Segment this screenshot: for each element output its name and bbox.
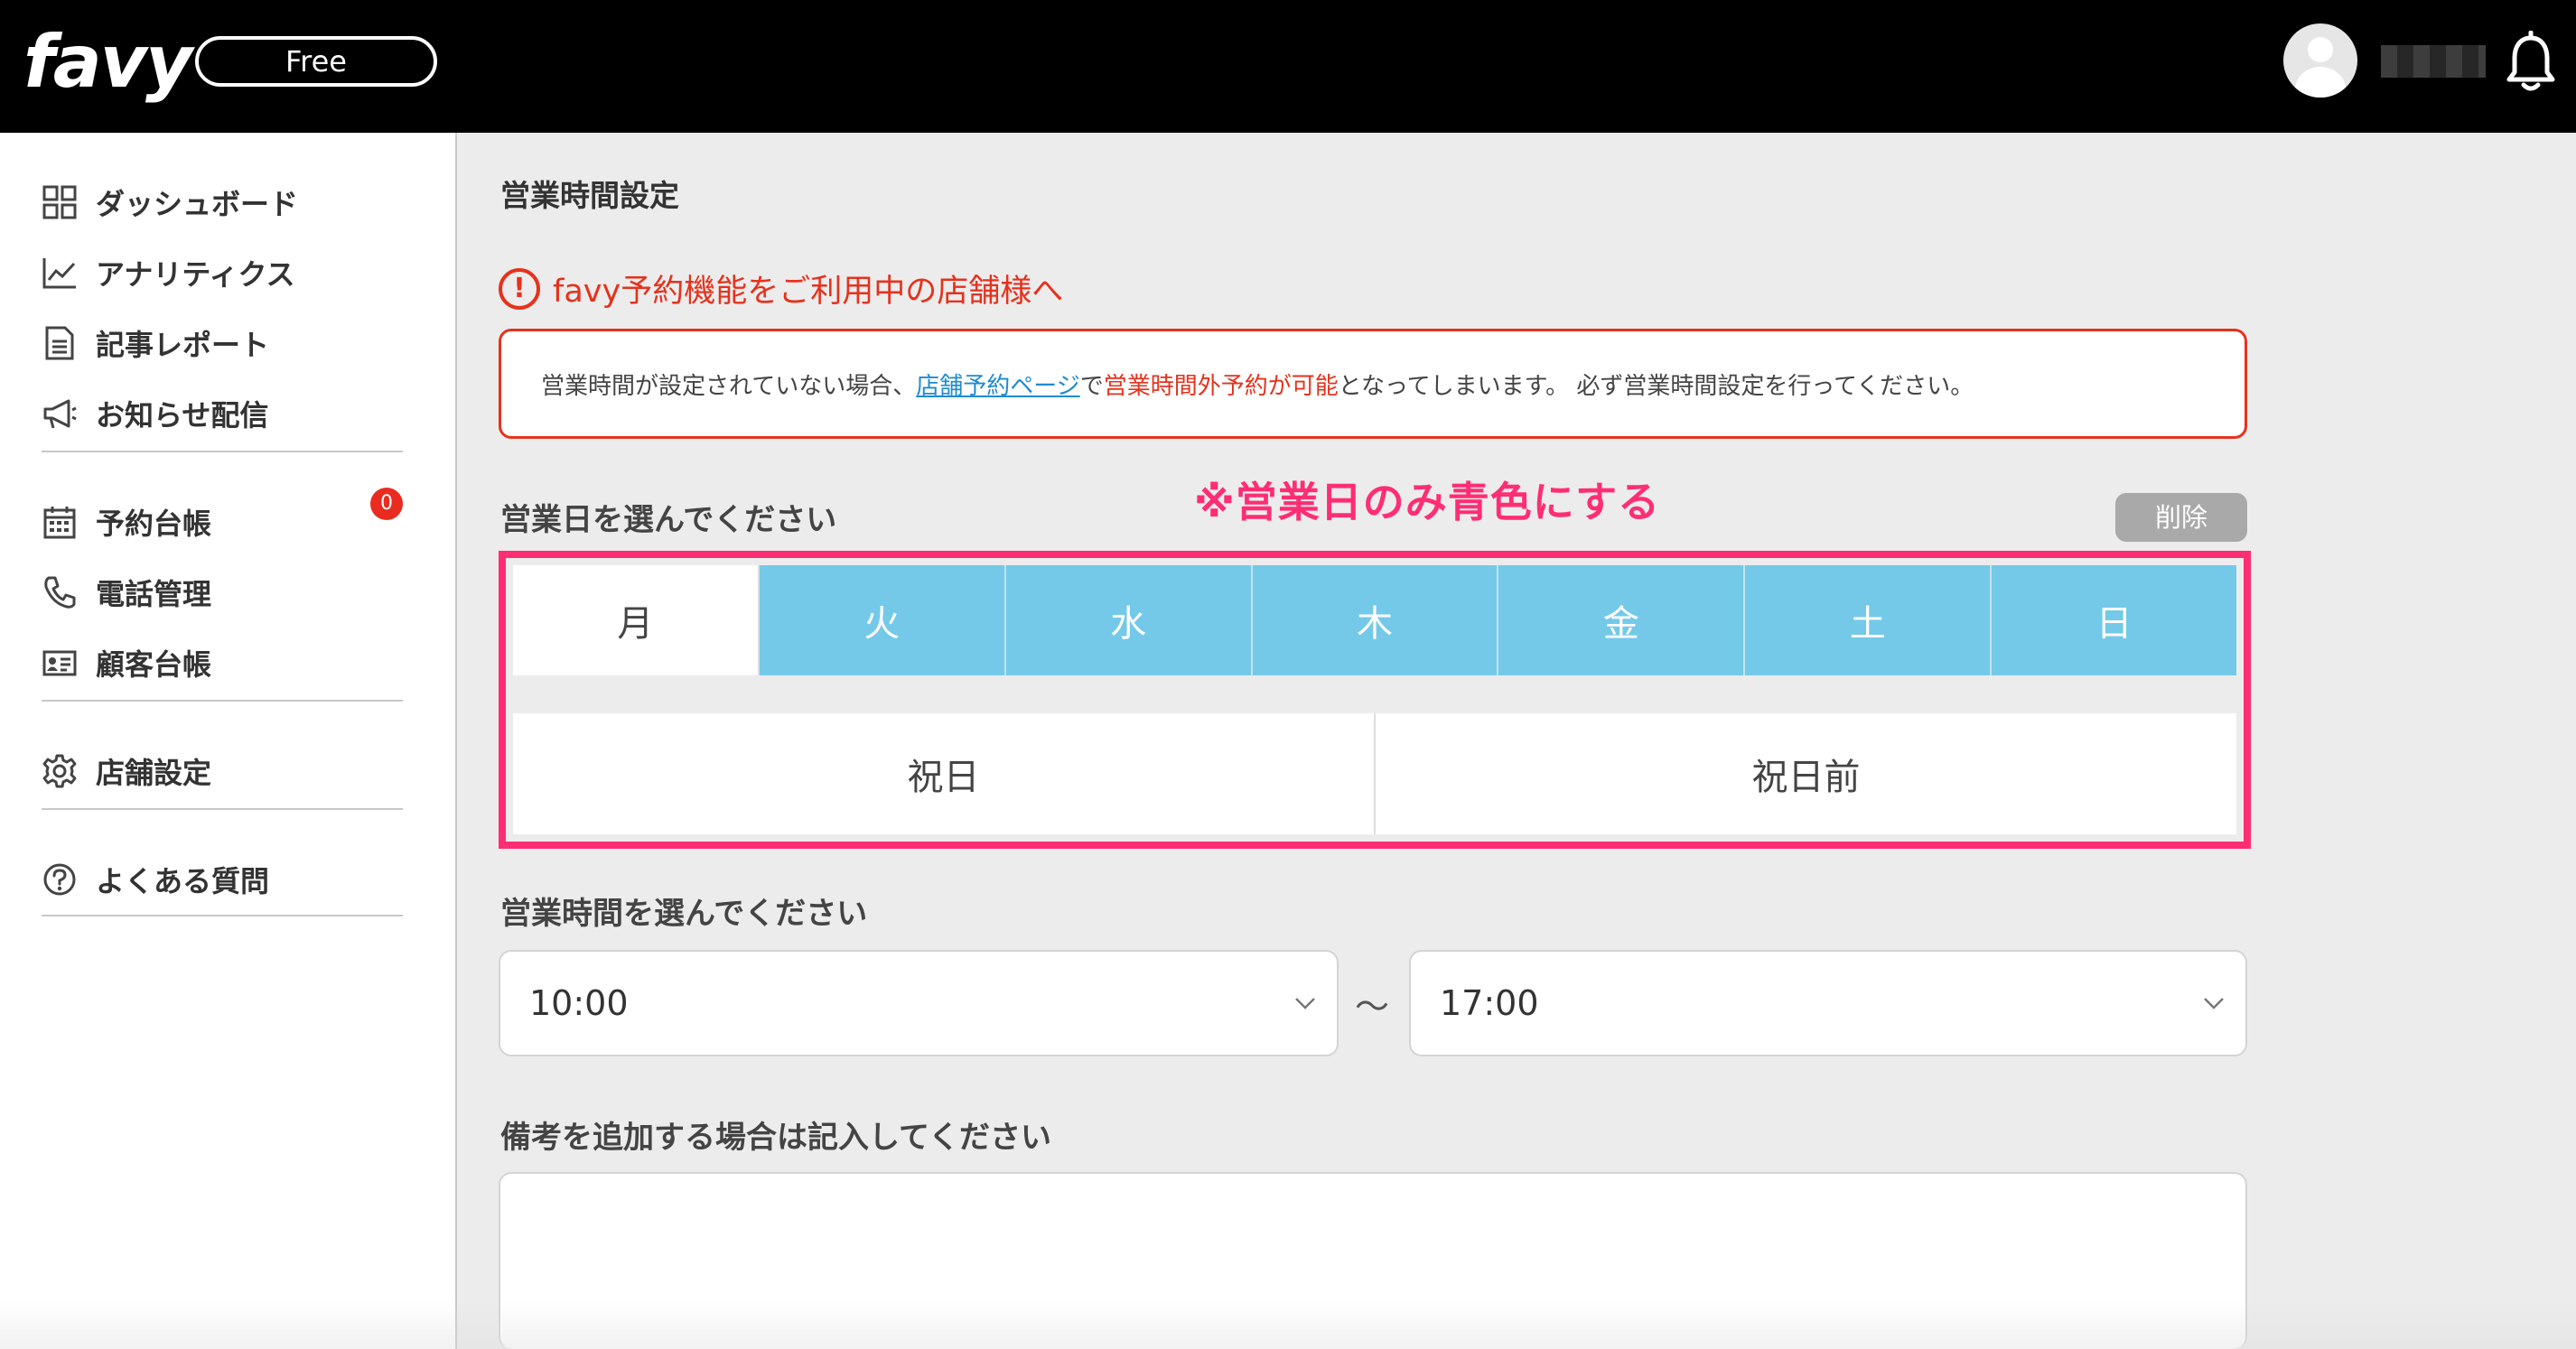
chevron-down-icon [1295,998,1315,1009]
day-monday[interactable]: 月 [513,565,760,675]
top-bar: favy Free [0,0,2576,133]
sidebar-item-label: お知らせ配信 [96,398,269,433]
sidebar-item-announcements[interactable]: お知らせ配信 [40,391,268,436]
sidebar-item-store-settings[interactable]: 店舗設定 [40,749,211,794]
plan-badge[interactable]: Free [195,36,437,87]
sidebar-item-label: よくある質問 [96,864,270,898]
sidebar-divider [42,451,403,452]
sidebar-item-label: 電話管理 [96,577,212,611]
day-sunday[interactable]: 日 [1992,565,2237,675]
notice-heading: ! favy予約機能をご利用中の店舗様へ [499,265,1063,312]
sidebar-item-label: 予約台帳 [96,507,212,541]
sidebar-item-analytics[interactable]: アナリティクス [40,250,294,295]
username-redacted[interactable] [2381,45,2486,78]
holiday-row: 祝日 祝日前 [513,713,2236,834]
warning-icon: ! [499,267,540,310]
notice-warning-text: 営業時間外予約が可能 [1103,372,1339,400]
day-friday[interactable]: 金 [1498,565,1746,675]
days-label: 営業日を選んでください [500,502,837,538]
day-before-holiday[interactable]: 祝日前 [1376,713,2236,834]
notice-text-1: 営業時間が設定されていない場合、 [541,372,917,400]
sidebar: ダッシュボード アナリティクス 記事レポート お知らせ配信 予約台帳 電話管理 [0,133,457,1349]
notice-box: 営業時間が設定されていない場合、 店舗予約ページ で 営業時間外予約が可能 とな… [499,329,2247,439]
reservation-count-badge: 0 [370,488,403,520]
gear-icon [40,751,79,791]
sidebar-divider [42,808,403,810]
sidebar-item-reservations[interactable]: 予約台帳 [40,499,211,544]
page-title: 営業時間設定 [500,178,679,213]
id-card-icon [40,643,79,683]
document-icon [40,323,79,363]
sidebar-divider [42,700,403,702]
time-separator: 〜 [1355,987,1390,1027]
end-time-select[interactable]: 17:00 [1409,950,2247,1056]
sidebar-item-label: 記事レポート [96,328,270,362]
line-chart-icon [40,253,79,293]
start-time-value: 10:00 [529,983,629,1023]
phone-icon [40,572,79,612]
chevron-down-icon [2204,998,2224,1009]
day-saturday[interactable]: 土 [1745,565,1993,675]
day-holiday[interactable]: 祝日 [513,713,1376,834]
sidebar-item-phone[interactable]: 電話管理 [40,570,211,615]
sidebar-item-label: 店舗設定 [96,756,212,790]
day-thursday[interactable]: 木 [1252,565,1499,675]
calendar-icon [40,502,79,542]
user-avatar-icon[interactable] [2283,23,2357,98]
sidebar-item-faq[interactable]: よくある質問 [40,857,269,902]
sidebar-item-label: アナリティクス [96,257,295,292]
notification-bell-icon[interactable] [2504,31,2558,94]
weekday-row: 月 火 水 木 金 土 日 [513,565,2237,675]
notice-title: favy予約機能をご利用中の店舗様へ [553,274,1064,310]
sidebar-divider [42,915,403,916]
sidebar-item-customers[interactable]: 顧客台帳 [40,640,211,685]
annotation-note: ※営業日のみ青色にする [1194,478,1661,526]
memo-label: 備考を追加する場合は記入してください [500,1120,1051,1156]
notice-text-2: で [1079,372,1104,400]
memo-textarea[interactable] [499,1172,2247,1349]
notice-text-3: となってしまいます。 必ず営業時間設定を行ってください。 [1338,372,1974,400]
business-days-selector: 月 火 水 木 金 土 日 祝日 祝日前 [499,551,2251,849]
megaphone-icon [40,394,79,433]
sidebar-item-label: 顧客台帳 [96,647,212,682]
day-wednesday[interactable]: 水 [1005,565,1253,675]
end-time-value: 17:00 [1440,983,1539,1023]
grid-icon [40,182,79,222]
sidebar-item-label: ダッシュボード [96,187,299,221]
hours-label: 営業時間を選んでください [500,896,868,932]
start-time-select[interactable]: 10:00 [499,950,1339,1056]
question-icon [40,860,79,899]
day-tuesday[interactable]: 火 [759,565,1006,675]
sidebar-item-article-report[interactable]: 記事レポート [40,321,269,366]
reservation-page-link[interactable]: 店舗予約ページ [916,367,1079,401]
sidebar-item-dashboard[interactable]: ダッシュボード [40,180,298,225]
delete-button[interactable]: 削除 [2115,493,2247,542]
favy-logo[interactable]: favy [23,22,192,103]
